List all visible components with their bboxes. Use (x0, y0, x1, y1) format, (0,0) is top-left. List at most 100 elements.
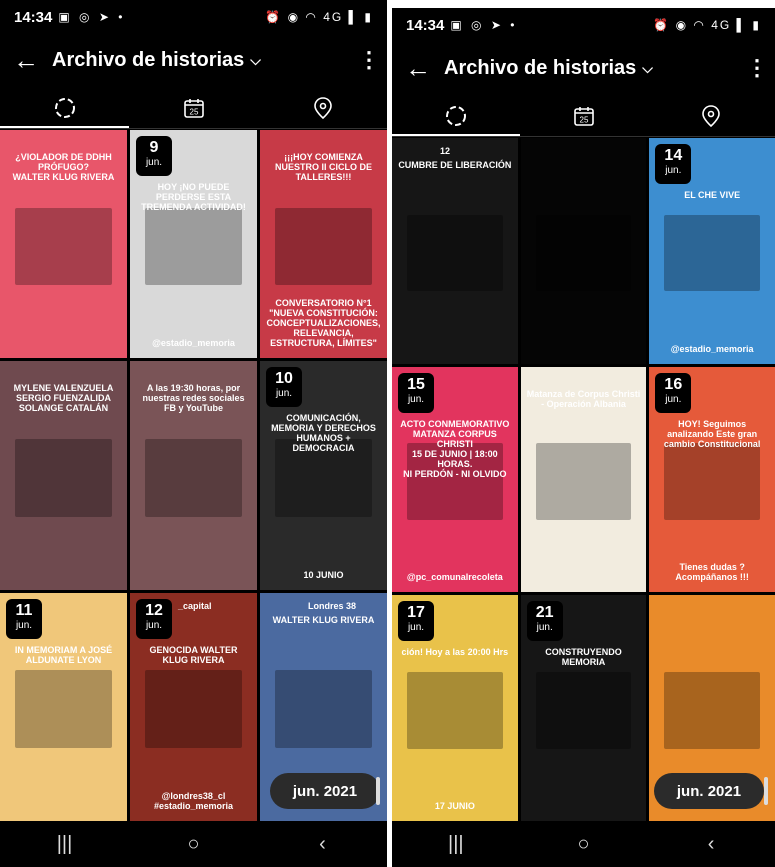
story-image (664, 443, 760, 521)
story-thumbnail[interactable]: HOY ¡NO PUEDE PERDERSE ESTA TREMENDA ACT… (130, 130, 257, 359)
date-badge-month: jun. (145, 157, 163, 168)
story-caption: ción! Hoy a las 20:00 Hrs (401, 647, 509, 658)
story-footer-text: @estadio_memoria (152, 338, 235, 349)
story-thumbnail[interactable]: A las 19:30 horas, por nuestras redes so… (130, 361, 257, 590)
story-caption: ACTO CONMEMORATIVO MATANZA CORPUS CHRIST… (400, 418, 510, 479)
stories-circle-icon (54, 98, 75, 118)
date-badge-day: 16 (664, 375, 683, 393)
story-caption: COMUNICACIÓN, MEMORIA Y DERECHOS HUMANOS… (271, 413, 376, 454)
story-caption: WALTER KLUG RIVERA (272, 614, 375, 625)
notification-icons: ▣ ◎ ➤ • (58, 10, 126, 24)
app-bar: ← Archivo de historias ⌵ ⋮ (0, 38, 387, 82)
status-bar: 14:34 ▣ ◎ ➤ • ⏰ ◉ ◠ 4G ▌ ▮ (0, 0, 387, 34)
home-button[interactable]: ○ (164, 833, 224, 856)
date-badge: 14 jun. (655, 144, 692, 184)
date-badge: 12 jun. (136, 598, 172, 639)
story-footer-text: 10 JUNIO (303, 569, 344, 580)
archive-tabs: 25 (0, 88, 387, 128)
date-badge-month: jun. (665, 165, 682, 176)
page-title[interactable]: Archivo de historias ⌵ (52, 49, 351, 72)
tab-calendar[interactable]: 25 (129, 88, 258, 128)
calendar-icon: 25 (183, 99, 204, 118)
recent-apps-button[interactable]: ||| (426, 833, 486, 856)
back-button[interactable]: ‹ (681, 833, 741, 856)
month-indicator: jun. 2021 (270, 773, 380, 809)
story-thumbnail[interactable]: ción! Hoy a las 20:00 Hrs 17 JUNIO 17 jun. (392, 595, 518, 821)
tab-stories[interactable] (392, 96, 520, 136)
tab-stories[interactable] (0, 88, 129, 128)
date-badge-day: 12 (145, 601, 163, 619)
story-footer-text: @estadio_memoria (670, 343, 754, 354)
story-image (145, 207, 242, 286)
status-time: 14:34 (14, 8, 53, 26)
story-thumbnail[interactable]: ACTO CONMEMORATIVO MATANZA CORPUS CHRIST… (392, 366, 518, 593)
story-caption: HOY! Seguimos analizando Este gran cambi… (663, 418, 761, 449)
story-image (15, 670, 112, 748)
scrollbar-thumb[interactable] (376, 777, 380, 805)
story-footer-text: CONVERSATORIO N°1 "NUEVA CONSTITUCIÓN: C… (266, 298, 381, 349)
tab-location[interactable] (647, 96, 775, 136)
date-badge-day: 9 (149, 139, 159, 156)
date-badge-day: 15 (407, 375, 425, 393)
story-thumbnail[interactable]: GENOCIDA WALTER KLUG RIVERA _capital @lond… (130, 592, 257, 821)
location-pin-icon (702, 105, 720, 128)
story-caption: ¿VIOLADOR DE DDHH PRÓFUGO? WALTER KLUG R… (12, 152, 115, 182)
phone-screen-left: 14:34 ▣ ◎ ➤ • ⏰ ◉ ◠ 4G ▌ ▮ ← Archivo de … (0, 0, 387, 867)
date-badge: 17 jun. (398, 601, 434, 642)
story-thumbnail[interactable]: CONSTRUYENDO MEMORIA 21 jun. (520, 595, 647, 821)
story-image (275, 670, 372, 748)
story-caption: IN MEMORIAM A JOSÉ ALDUNATE LYON (14, 644, 113, 665)
home-button[interactable]: ○ (553, 833, 613, 856)
story-caption: MYLENE VALENZUELA SERGIO FUENZALIDA SOLA… (13, 383, 114, 414)
calendar-day: 25 (189, 108, 198, 117)
archive-tabs: 25 (392, 96, 775, 136)
story-thumbnail[interactable]: Matanza de Corpus Christi - Operación Al… (520, 366, 647, 593)
calendar-day: 25 (579, 116, 588, 125)
phone-screen-right: 14:34 ▣ ◎ ➤ • ⏰ ◉ ◠ 4G ▌ ▮ ← Archivo de … (392, 8, 775, 867)
date-badge: 11 jun. (6, 598, 42, 639)
page-title[interactable]: Archivo de historias ⌵ (444, 57, 739, 80)
calendar-icon: 25 (573, 107, 594, 126)
story-image (535, 672, 632, 749)
date-badge-day: 21 (535, 604, 554, 622)
story-thumbnail[interactable]: ¿VIOLADOR DE DDHH PRÓFUGO? WALTER KLUG R… (0, 130, 127, 359)
story-extra-label: Londres 38 (308, 600, 357, 611)
status-bar: 14:34 ▣ ◎ ➤ • ⏰ ◉ ◠ 4G ▌ ▮ (392, 8, 775, 42)
story-footer-text: 17 JUNIO (434, 801, 475, 811)
story-caption: HOY ¡NO PUEDE PERDERSE ESTA TREMENDA ACT… (141, 182, 246, 212)
story-footer-text: @londres38_cl #estadio_memoria (153, 791, 234, 811)
story-thumbnail[interactable]: MYLENE VALENZUELA SERGIO FUENZALIDA SOLA… (0, 361, 127, 590)
story-thumbnail[interactable]: HOY! Seguimos analizando Este gran cambi… (649, 366, 775, 593)
story-image (407, 214, 503, 292)
story-thumbnail[interactable]: COMUNICACIÓN, MEMORIA Y DERECHOS HUMANOS… (260, 361, 387, 590)
tab-calendar[interactable]: 25 (520, 96, 648, 136)
story-thumbnail[interactable]: ¡¡¡HOY COMIENZA NUESTRO II CICLO DE TALL… (260, 130, 387, 359)
date-badge-month: jun. (145, 619, 163, 631)
story-caption: ¡¡¡HOY COMIENZA NUESTRO II CICLO DE TALL… (274, 152, 372, 182)
tabs-divider (392, 136, 775, 137)
status-time: 14:34 (406, 16, 445, 34)
tab-location[interactable] (258, 88, 387, 128)
story-image (535, 443, 632, 521)
story-image (664, 214, 760, 292)
recent-apps-button[interactable]: ||| (35, 833, 95, 856)
story-thumbnail[interactable]: CUMBRE DE LIBERACIÓN 12 (392, 138, 518, 364)
back-arrow-icon[interactable]: ← (392, 53, 444, 84)
more-options-icon[interactable]: ⋮ (739, 55, 775, 81)
date-badge-day: 10 (275, 370, 293, 388)
date-badge-month: jun. (536, 622, 553, 634)
chevron-down-icon: ⌵ (250, 51, 261, 68)
story-image (407, 672, 503, 749)
story-thumbnail[interactable] (520, 138, 647, 364)
story-caption: A las 19:30 horas, por nuestras redes so… (142, 383, 245, 414)
date-badge-month: jun. (665, 393, 682, 405)
date-badge-day: 11 (15, 601, 33, 619)
story-thumbnail[interactable]: IN MEMORIAM A JOSÉ ALDUNATE LYON 11 jun. (0, 592, 127, 821)
more-options-icon[interactable]: ⋮ (351, 47, 387, 73)
story-thumbnail[interactable]: EL CHE VIVE @estadio_memoria 14 jun. (649, 138, 775, 364)
date-badge-month: jun. (15, 619, 33, 631)
scrollbar-thumb[interactable] (764, 777, 768, 805)
back-arrow-icon[interactable]: ← (0, 45, 52, 76)
back-button[interactable]: ‹ (293, 833, 353, 856)
date-badge-day: 14 (664, 147, 683, 164)
